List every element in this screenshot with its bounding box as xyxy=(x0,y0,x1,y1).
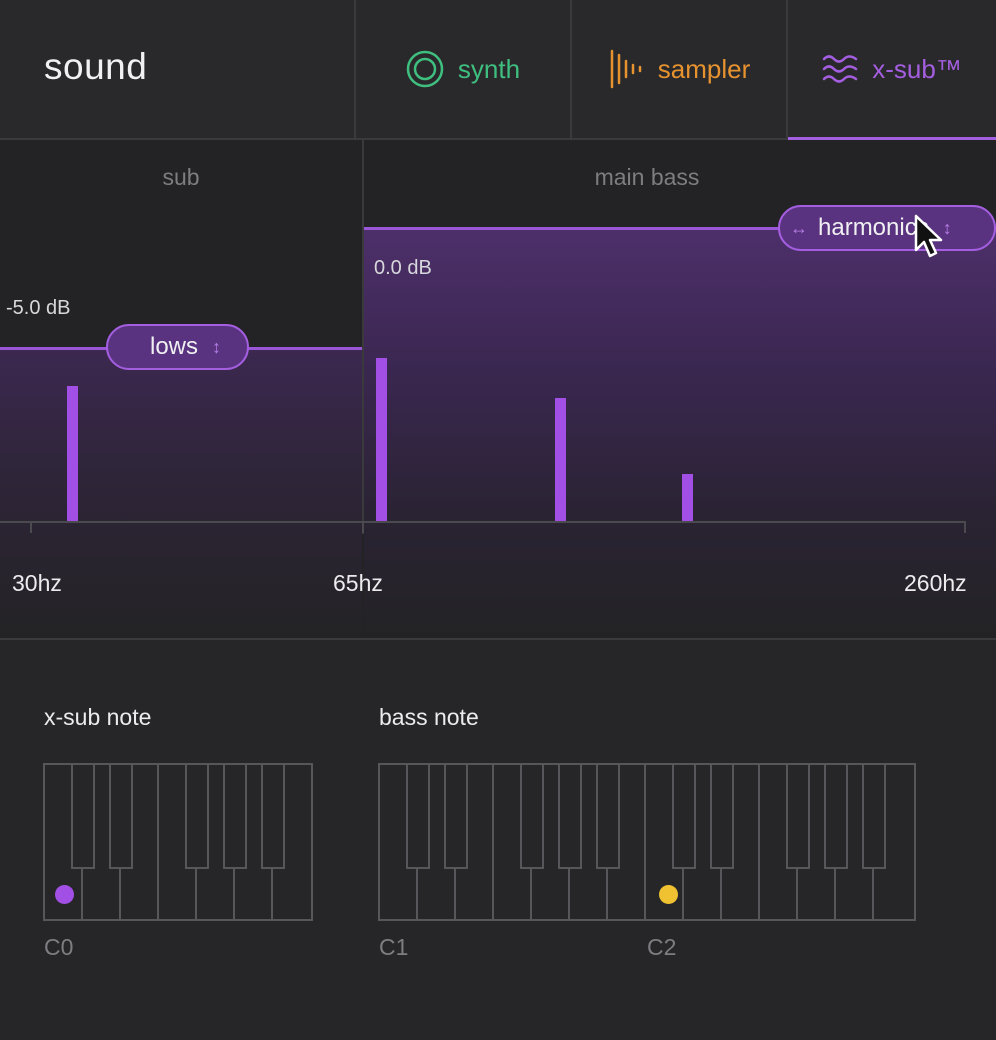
selected-note-indicator xyxy=(55,885,74,904)
axis-tick xyxy=(30,523,32,533)
harmonics-handle-label: harmonics xyxy=(818,214,929,241)
x-sub-note-title: x-sub note xyxy=(44,704,152,730)
tab-x-sub-label: x-sub™ xyxy=(872,53,962,84)
tab-synth[interactable]: synth xyxy=(356,0,570,138)
waveform-bars-icon xyxy=(608,49,644,89)
sub-level-db: -5.0 dB xyxy=(6,297,71,319)
octave-label-c0: C0 xyxy=(44,934,74,960)
piano-black-key[interactable] xyxy=(261,765,285,869)
piano-black-key[interactable] xyxy=(862,765,886,869)
octave-label-c2: C2 xyxy=(647,934,677,960)
zone-divider xyxy=(362,140,364,534)
waves-icon xyxy=(822,52,858,86)
tab-sampler-label: sampler xyxy=(657,53,751,84)
lows-handle-label: lows xyxy=(150,333,199,360)
piano-black-key[interactable] xyxy=(444,765,468,869)
piano-black-key[interactable] xyxy=(710,765,734,869)
piano-black-key[interactable] xyxy=(520,765,544,869)
frequency-axis xyxy=(0,521,966,523)
page-title: sound xyxy=(44,46,148,87)
main-level-line[interactable] xyxy=(364,227,782,230)
piano-black-key[interactable] xyxy=(596,765,620,869)
spectrum-panel: sub main bass -5.0 dB lows ↕ 0.0 dB ↔ ha… xyxy=(0,140,996,638)
piano-black-key[interactable] xyxy=(406,765,430,869)
tab-x-sub[interactable]: x-sub™ xyxy=(788,0,996,140)
tab-sampler[interactable]: sampler xyxy=(572,0,786,138)
vertical-arrows-icon: ↕ xyxy=(212,336,222,357)
piano-black-key[interactable] xyxy=(558,765,582,869)
piano-black-key[interactable] xyxy=(223,765,247,869)
mouse-pointer-icon xyxy=(914,214,944,265)
harmonic-bar xyxy=(682,474,693,522)
horizontal-arrows-icon: ↔ xyxy=(790,217,808,238)
octave-label-c1: C1 xyxy=(379,934,409,960)
selected-note-indicator xyxy=(659,885,678,904)
piano-black-key[interactable] xyxy=(185,765,209,869)
header: sound synth sampler x-sub™ xyxy=(0,0,996,140)
piano-black-key[interactable] xyxy=(71,765,95,869)
piano-black-key[interactable] xyxy=(672,765,696,869)
axis-tick xyxy=(362,523,364,533)
axis-tick xyxy=(964,523,966,533)
freq-label-65hz: 65hz xyxy=(333,570,383,596)
sub-harmonic-bar xyxy=(67,386,78,522)
piano-black-key[interactable] xyxy=(824,765,848,869)
x-sub-keyboard[interactable] xyxy=(43,763,313,921)
lows-handle[interactable]: lows ↕ xyxy=(106,324,249,370)
section-divider xyxy=(0,638,996,640)
harmonics-handle[interactable]: ↔ harmonics ↕ xyxy=(778,205,996,251)
freq-label-260hz: 260hz xyxy=(904,570,967,596)
freq-label-30hz: 30hz xyxy=(12,570,62,596)
piano-black-key[interactable] xyxy=(786,765,810,869)
bass-note-title: bass note xyxy=(379,704,479,730)
bass-keyboard[interactable] xyxy=(378,763,916,921)
tab-synth-label: synth xyxy=(457,53,521,84)
harmonic-bar xyxy=(376,358,387,522)
piano-black-key[interactable] xyxy=(109,765,133,869)
main-level-db: 0.0 dB xyxy=(374,257,432,279)
concentric-circles-icon xyxy=(406,50,444,88)
zone-label-main-bass: main bass xyxy=(594,164,700,190)
harmonic-bar xyxy=(555,398,566,522)
zone-label-sub: sub xyxy=(162,164,200,190)
vertical-arrows-icon: ↕ xyxy=(942,217,952,238)
main-level-fill xyxy=(364,229,996,638)
